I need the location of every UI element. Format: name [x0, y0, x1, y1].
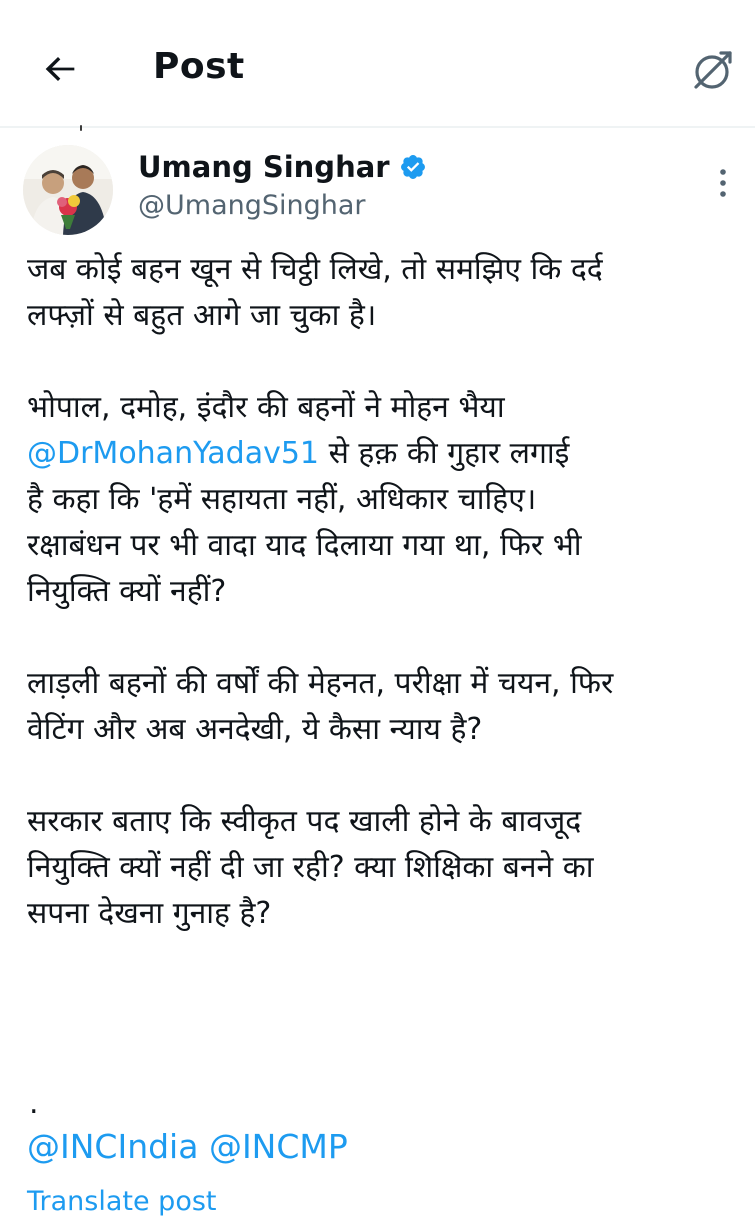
- page-title: Post: [153, 46, 245, 87]
- tweet-mentions: @INCIndia @INCMP: [27, 1124, 348, 1170]
- translate-post-link[interactable]: Translate post: [27, 1182, 217, 1222]
- tweet-p2-before: भोपाल, दमोह, इंदौर की बहनों ने मोहन भैया: [27, 390, 505, 425]
- author-handle[interactable]: @UmangSinghar: [138, 190, 366, 221]
- grok-icon: [694, 51, 732, 89]
- tweet-dot: .: [29, 1086, 39, 1121]
- avatar-photo: [23, 145, 113, 235]
- more-vertical-icon: [720, 169, 726, 197]
- avatar[interactable]: [23, 145, 113, 235]
- mention-incindia[interactable]: @INCIndia: [27, 1127, 198, 1166]
- author-name[interactable]: Umang Singhar: [138, 150, 427, 184]
- verified-badge-icon: [399, 153, 427, 181]
- back-button[interactable]: [34, 42, 88, 96]
- arrow-left-icon: [45, 57, 75, 81]
- top-app-bar: Post: [0, 0, 755, 128]
- tweet-paragraph-2: भोपाल, दमोह, इंदौर की बहनों ने मोहन भैया…: [27, 385, 747, 615]
- thread-connector: [80, 125, 82, 131]
- tweet-text: जब कोई बहन खून से चिट्ठी लिखे, तो समझिए …: [27, 247, 747, 937]
- tweet-paragraph-1: जब कोई बहन खून से चिट्ठी लिखे, तो समझिए …: [27, 252, 603, 333]
- grok-button[interactable]: [685, 42, 741, 98]
- mention-incmp[interactable]: @INCMP: [209, 1127, 348, 1166]
- author-name-text: Umang Singhar: [138, 150, 390, 184]
- more-options-button[interactable]: [708, 163, 738, 203]
- tweet-paragraph-3: लाड़ली बहनों की वर्षों की मेहनत, परीक्षा…: [27, 666, 614, 747]
- tweet-paragraph-4: सरकार बताए कि स्वीकृत पद खाली होने के बा…: [27, 804, 594, 931]
- mention-drmohanyadav51[interactable]: @DrMohanYadav51: [27, 436, 319, 471]
